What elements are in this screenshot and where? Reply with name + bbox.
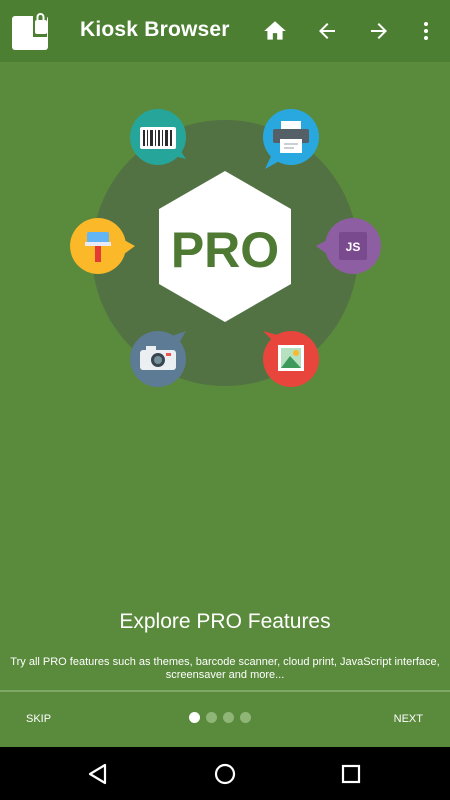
- onboarding-description: Try all PRO features such as themes, bar…: [10, 656, 440, 681]
- system-navigation-bar: [0, 747, 450, 800]
- page-dot-2[interactable]: [206, 712, 217, 723]
- svg-text:JS: JS: [346, 240, 361, 254]
- back-arrow-icon: [319, 23, 335, 39]
- page-dot-3[interactable]: [223, 712, 234, 723]
- barcode-scanner-icon: [130, 109, 186, 165]
- more-vert-icon: [424, 22, 428, 40]
- app-title: Kiosk Browser: [80, 18, 230, 41]
- svg-text:PRO: PRO: [171, 222, 279, 278]
- pro-features-illustration: PRO JS: [70, 109, 381, 387]
- overflow-menu-button[interactable]: [410, 15, 442, 47]
- page-dot-1[interactable]: [189, 712, 200, 723]
- nav-back-icon[interactable]: [85, 761, 111, 787]
- image-icon: [263, 331, 319, 387]
- home-icon: [264, 21, 286, 40]
- nav-home-icon[interactable]: [212, 761, 238, 787]
- nav-recents-icon[interactable]: [338, 761, 364, 787]
- onboarding-headline: Explore PRO Features: [119, 610, 331, 633]
- page-dot-4[interactable]: [240, 712, 251, 723]
- onboarding-controls: SKIP NEXT: [0, 692, 450, 747]
- camera-icon: [130, 331, 186, 387]
- forward-arrow-icon: [371, 23, 387, 39]
- next-button[interactable]: NEXT: [394, 713, 423, 725]
- back-button[interactable]: [311, 15, 343, 47]
- page-indicator: [189, 712, 251, 723]
- skip-button[interactable]: SKIP: [26, 713, 51, 725]
- app-bar: Kiosk Browser: [0, 0, 450, 62]
- kiosk-logo-icon: [12, 13, 48, 50]
- forward-button[interactable]: [363, 15, 395, 47]
- home-button[interactable]: [259, 15, 291, 47]
